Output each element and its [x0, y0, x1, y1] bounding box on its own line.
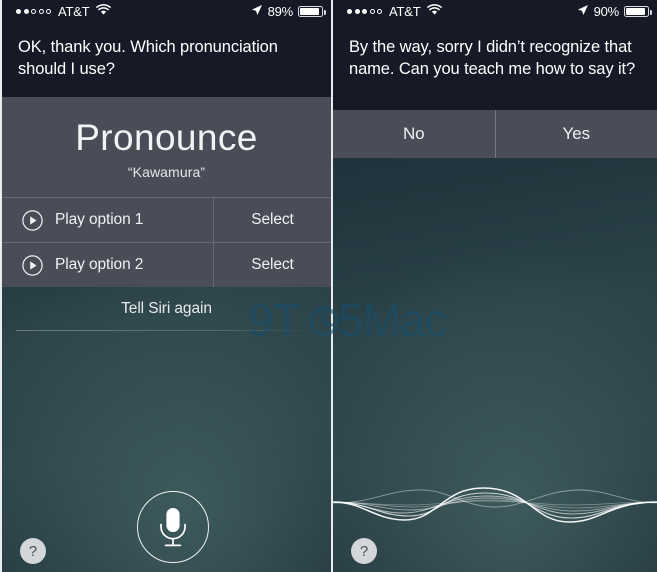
- siri-waveform: [333, 456, 657, 546]
- screenshot-root: AT&T 89% OK, thank you. Which pronunciat…: [0, 0, 657, 572]
- play-option-1-button[interactable]: Play option 1: [2, 198, 213, 242]
- signal-dot: [31, 9, 36, 14]
- pronounce-card: Pronounce “Kawamura” Play option 1 Selec…: [2, 96, 331, 288]
- play-option-1-label: Play option 1: [55, 211, 144, 229]
- signal-dot: [23, 9, 29, 14]
- pronounce-name-label: “Kawamura”: [127, 164, 206, 181]
- page-title: Pronounce: [75, 116, 258, 158]
- battery-icon-left: [298, 6, 326, 17]
- play-option-2-label: Play option 2: [55, 256, 144, 274]
- select-option-2-button[interactable]: Select: [213, 243, 331, 288]
- status-bar-right: AT&T 90%: [333, 0, 657, 23]
- siri-prompt-left: OK, thank you. Which pronunciation shoul…: [2, 23, 331, 97]
- help-button-left[interactable]: ?: [20, 538, 46, 564]
- phone-panel-left: AT&T 89% OK, thank you. Which pronunciat…: [0, 0, 331, 572]
- status-bar-left: AT&T 89%: [2, 0, 331, 23]
- status-bar-right-group-left: 89%: [251, 4, 326, 19]
- yes-button[interactable]: Yes: [494, 110, 657, 158]
- signal-dot: [369, 9, 375, 14]
- pronounce-option-row-2: Play option 2 Select: [2, 242, 331, 288]
- wifi-icon: [427, 4, 443, 19]
- microphone-icon: [160, 508, 186, 547]
- carrier-label-left: AT&T: [58, 4, 90, 19]
- signal-dot: [38, 9, 44, 14]
- pronounce-option-row-1: Play option 1 Select: [2, 197, 331, 243]
- divider: [16, 330, 317, 332]
- play-circle-icon: [22, 255, 43, 276]
- siri-prompt-right: By the way, sorry I didn’t recognize tha…: [333, 23, 657, 110]
- play-option-2-button[interactable]: Play option 2: [2, 243, 213, 287]
- play-circle-icon: [22, 210, 43, 231]
- signal-dot: [377, 9, 382, 14]
- tell-siri-again-button[interactable]: Tell Siri again: [2, 287, 331, 330]
- select-option-1-button[interactable]: Select: [213, 198, 331, 243]
- confirm-choices: No Yes: [333, 110, 657, 158]
- status-bar-left-group-right: AT&T: [347, 4, 443, 19]
- signal-dot: [362, 9, 367, 14]
- battery-percent-right: 90%: [593, 4, 620, 19]
- no-button[interactable]: No: [333, 110, 495, 158]
- pronounce-card-header: Pronounce “Kawamura”: [2, 97, 331, 198]
- wifi-icon: [96, 4, 112, 19]
- carrier-label-right: AT&T: [389, 4, 421, 19]
- status-bar-right-group-right: 90%: [577, 4, 652, 19]
- battery-icon-right: [624, 6, 652, 17]
- signal-dot: [354, 9, 360, 14]
- signal-dot: [46, 9, 51, 14]
- signal-dot: [16, 9, 21, 14]
- phone-panel-right: AT&T 90% By the way, sorry I didn’t reco…: [331, 0, 657, 572]
- location-arrow-icon: [577, 4, 589, 19]
- battery-percent-left: 89%: [267, 4, 294, 19]
- help-button-right[interactable]: ?: [351, 538, 377, 564]
- signal-dot: [347, 9, 352, 14]
- location-arrow-icon: [251, 4, 263, 19]
- signal-strength-dots-right: [347, 9, 382, 14]
- status-bar-left-group: AT&T: [16, 4, 112, 19]
- microphone-button[interactable]: [137, 491, 209, 563]
- signal-strength-dots-left: [16, 9, 51, 14]
